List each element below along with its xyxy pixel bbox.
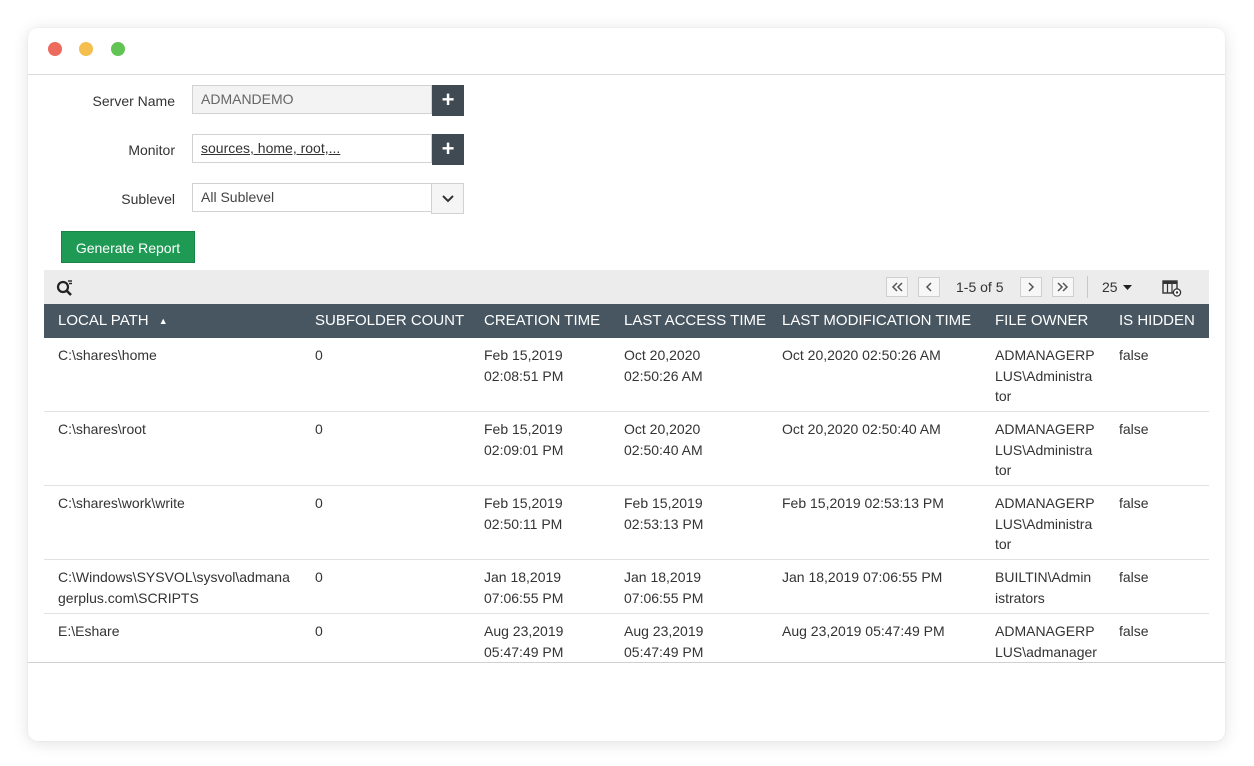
title-bar — [28, 28, 1225, 75]
table-row: C:\shares\root 0 Feb 15,2019 02:09:01 PM… — [44, 412, 1209, 486]
caret-down-icon — [1123, 285, 1133, 291]
cell-local-path: C:\shares\work\write — [58, 495, 185, 511]
maximize-window-button[interactable] — [111, 42, 125, 56]
cell-creation-time: Feb 15,2019 02:50:11 PM — [484, 495, 563, 532]
column-header-is-hidden[interactable]: IS HIDDEN — [1119, 304, 1199, 338]
cell-file-owner: BUILTIN\Admin istrators — [995, 569, 1092, 606]
cell-file-owner: ADMANAGERP LUS\Administra tor — [995, 421, 1095, 478]
close-window-button[interactable] — [48, 42, 62, 56]
cell-subfolder-count: 0 — [315, 495, 323, 511]
cell-file-owner: ADMANAGERP LUS\Administra tor — [995, 495, 1095, 552]
cell-last-modification-time: Aug 23,2019 05:47:49 PM — [782, 623, 945, 639]
server-name-field[interactable]: ADMANDEMO — [192, 85, 432, 114]
generate-report-button[interactable]: Generate Report — [61, 231, 195, 263]
sublevel-select[interactable]: All Sublevel — [192, 183, 432, 212]
minimize-window-button[interactable] — [79, 42, 93, 56]
column-header-last-access-time[interactable]: LAST ACCESS TIME — [624, 304, 766, 338]
cell-last-modification-time: Feb 15,2019 02:53:13 PM — [782, 495, 944, 511]
cell-subfolder-count: 0 — [315, 569, 323, 585]
cell-is-hidden: false — [1119, 347, 1149, 363]
column-header-creation-time[interactable]: CREATION TIME — [484, 304, 614, 338]
cell-last-access-time: Jan 18,2019 07:06:55 PM — [624, 569, 704, 606]
cell-local-path: C:\shares\home — [58, 347, 157, 363]
table-row: E:\Eshare 0 Aug 23,2019 05:47:49 PM Aug … — [44, 614, 1209, 662]
table-bottom-divider — [28, 662, 1225, 663]
cell-is-hidden: false — [1119, 569, 1149, 585]
server-name-label: Server Name — [92, 93, 175, 109]
first-page-icon — [891, 282, 903, 292]
toolbar-divider — [1087, 276, 1088, 298]
cell-is-hidden: false — [1119, 623, 1149, 639]
cell-creation-time: Feb 15,2019 02:09:01 PM — [484, 421, 564, 458]
table-row: C:\Windows\SYSVOL\sysvol\admana gerplus.… — [44, 560, 1209, 614]
table-row: C:\shares\home 0 Feb 15,2019 02:08:51 PM… — [44, 338, 1209, 412]
cell-is-hidden: false — [1119, 495, 1149, 511]
cell-creation-time: Aug 23,2019 05:47:49 PM — [484, 623, 564, 660]
column-settings-icon[interactable] — [1162, 279, 1182, 297]
search-filter-icon[interactable] — [56, 279, 74, 297]
cell-creation-time: Feb 15,2019 02:08:51 PM — [484, 347, 564, 384]
column-header-last-modification-time[interactable]: LAST MODIFICATION TIME — [782, 304, 982, 338]
column-header-file-owner[interactable]: FILE OWNER — [995, 304, 1105, 338]
cell-last-modification-time: Oct 20,2020 02:50:26 AM — [782, 347, 941, 363]
per-page-select[interactable]: 25 — [1102, 279, 1133, 295]
cell-subfolder-count: 0 — [315, 347, 323, 363]
cell-last-access-time: Oct 20,2020 02:50:26 AM — [624, 347, 703, 384]
table-toolbar: 1-5 of 5 25 — [44, 270, 1209, 304]
add-server-button[interactable]: + — [432, 85, 464, 116]
cell-creation-time: Jan 18,2019 07:06:55 PM — [484, 569, 564, 606]
next-page-icon — [1028, 282, 1035, 292]
app-window: Server Name ADMANDEMO + Monitor sources,… — [28, 28, 1225, 741]
last-page-icon — [1057, 282, 1069, 292]
add-monitor-button[interactable]: + — [432, 134, 464, 165]
cell-local-path: C:\shares\root — [58, 421, 146, 437]
cell-last-modification-time: Oct 20,2020 02:50:40 AM — [782, 421, 941, 437]
cell-local-path: E:\Eshare — [58, 623, 120, 639]
plus-icon: + — [441, 87, 455, 112]
table-row: C:\shares\work\write 0 Feb 15,2019 02:50… — [44, 486, 1209, 560]
cell-file-owner: ADMANAGERP LUS\Administra tor — [995, 347, 1095, 404]
last-page-button[interactable] — [1052, 277, 1074, 297]
cell-file-owner: ADMANAGERP LUS\admanager — [995, 623, 1097, 660]
prev-page-icon — [925, 282, 932, 292]
sublevel-dropdown-button[interactable] — [431, 183, 464, 214]
column-header-label: LOCAL PATH — [58, 312, 149, 329]
cell-subfolder-count: 0 — [315, 421, 323, 437]
page-info: 1-5 of 5 — [956, 279, 1004, 295]
cell-last-modification-time: Jan 18,2019 07:06:55 PM — [782, 569, 943, 585]
monitor-value-link[interactable]: sources, home, root,... — [201, 140, 340, 156]
chevron-down-icon — [441, 194, 454, 202]
next-page-button[interactable] — [1020, 277, 1042, 297]
sort-asc-icon: ▲ — [158, 316, 168, 327]
cell-is-hidden: false — [1119, 421, 1149, 437]
monitor-field[interactable]: sources, home, root,... — [192, 134, 432, 163]
prev-page-button[interactable] — [918, 277, 940, 297]
cell-local-path: C:\Windows\SYSVOL\sysvol\admana gerplus.… — [58, 569, 290, 606]
sublevel-label: Sublevel — [121, 191, 175, 207]
cell-last-access-time: Feb 15,2019 02:53:13 PM — [624, 495, 704, 532]
plus-icon: + — [441, 136, 455, 161]
column-header-local-path[interactable]: LOCAL PATH ▲ — [58, 304, 298, 338]
table-header: LOCAL PATH ▲ SUBFOLDER COUNT CREATION TI… — [44, 304, 1209, 338]
per-page-value: 25 — [1102, 279, 1118, 295]
column-header-subfolder-count[interactable]: SUBFOLDER COUNT — [315, 304, 465, 338]
first-page-button[interactable] — [886, 277, 908, 297]
cell-last-access-time: Oct 20,2020 02:50:40 AM — [624, 421, 703, 458]
cell-subfolder-count: 0 — [315, 623, 323, 639]
monitor-label: Monitor — [128, 142, 175, 158]
cell-last-access-time: Aug 23,2019 05:47:49 PM — [624, 623, 704, 660]
